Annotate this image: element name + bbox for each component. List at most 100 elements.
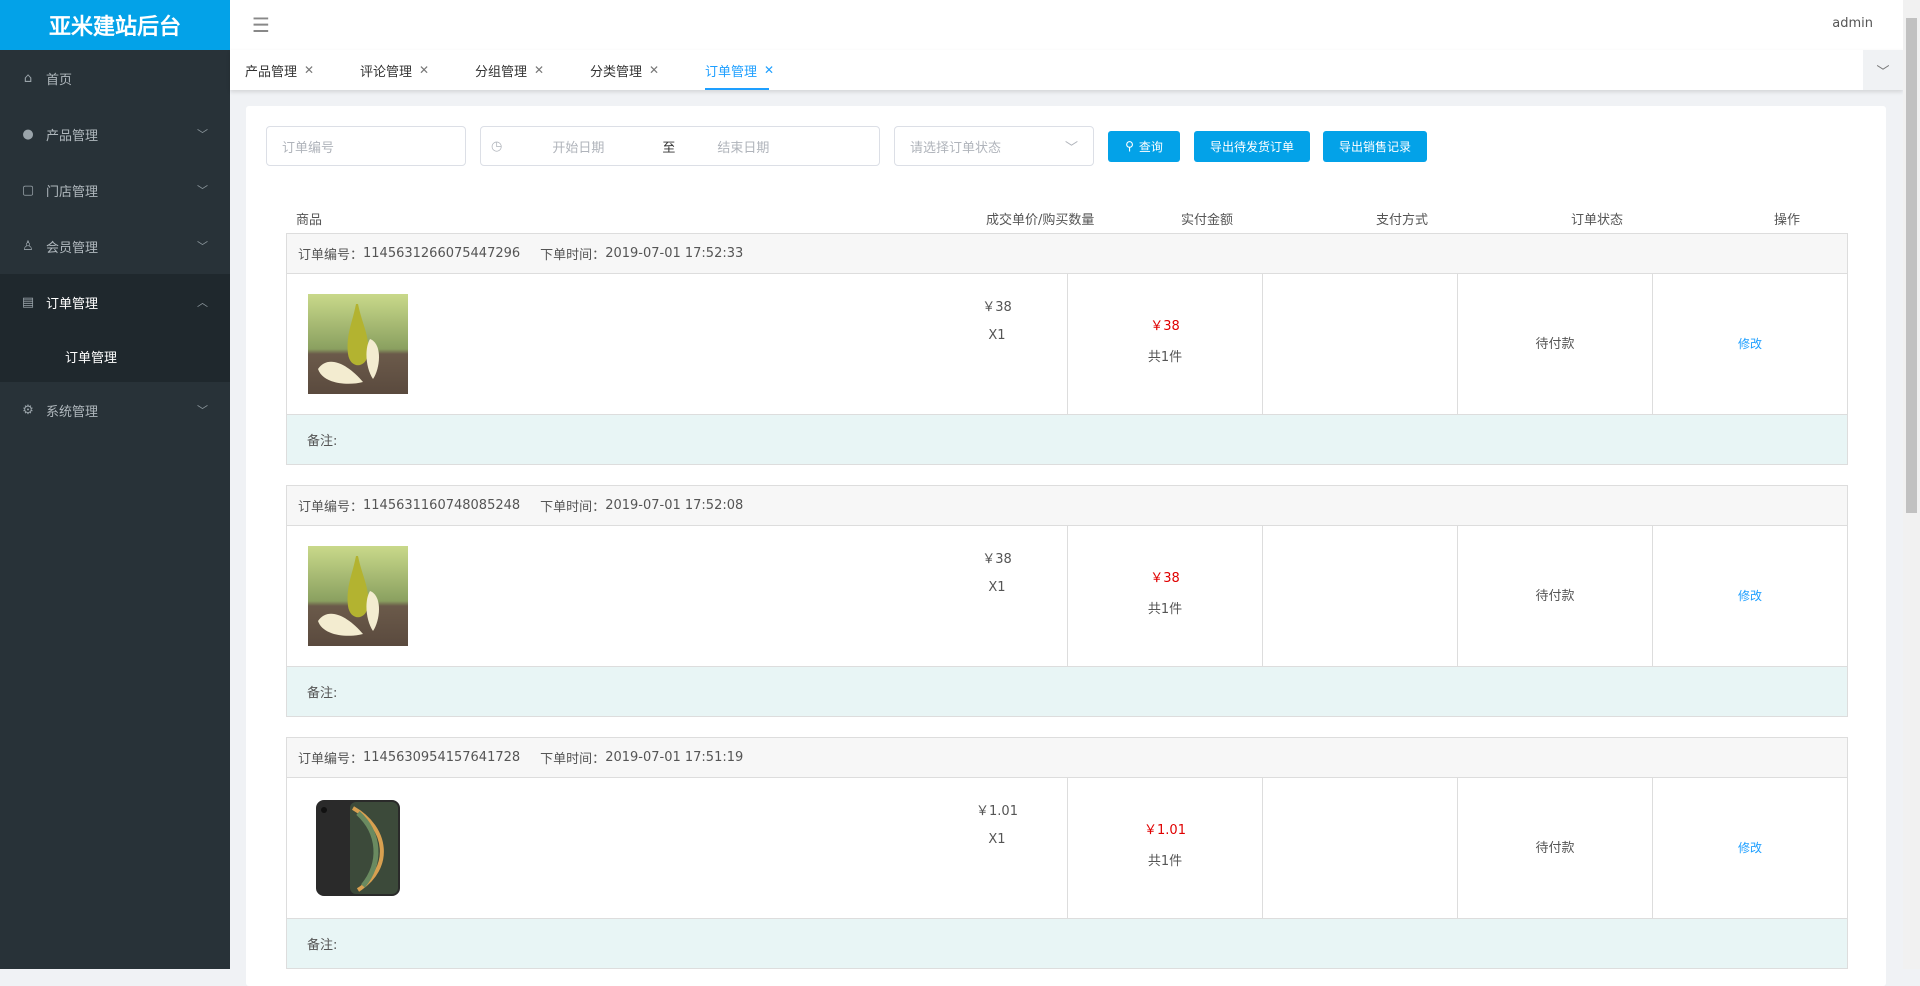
paid-cell: ￥38 共1件 [1067, 274, 1262, 415]
remark-label: 备注: [307, 686, 338, 701]
status-cell: 待付款 [1457, 526, 1652, 667]
order-no: 1145630954157641728 [363, 750, 521, 765]
paid-amount: ￥1.01 [1144, 823, 1186, 838]
item-count: 共1件 [1147, 854, 1183, 869]
tab-bar: 产品管理 ✕ 评论管理 ✕ 分组管理 ✕ 分类管理 ✕ 订单管理 ✕ ﹀ [230, 50, 1903, 90]
payment-cell [1262, 778, 1457, 919]
table-header: 商品 成交单价/购买数量 实付金额 支付方式 订单状态 操作 [286, 201, 1846, 231]
price-qty-cell: ￥38 X1 [927, 294, 1067, 350]
status-select-placeholder: 请选择订单状态 [910, 140, 1002, 156]
paid-cell: ￥38 共1件 [1067, 526, 1262, 667]
sidebar-item-members[interactable]: ♙ 会员管理 ﹀ [0, 218, 230, 274]
tab-label: 产品管理 [245, 64, 298, 80]
actions-cell: 修改 [1652, 274, 1847, 415]
scrollbar-thumb[interactable] [1906, 18, 1917, 513]
tab-label: 订单管理 [705, 64, 758, 80]
paid-cell: ￥1.01 共1件 [1067, 778, 1262, 919]
close-icon[interactable]: ✕ [534, 63, 544, 77]
tab-products[interactable]: 产品管理 ✕ [230, 50, 345, 90]
order-time: 2019-07-01 17:52:33 [605, 246, 744, 261]
sidebar: 亚米建站后台 ⌂ 首页 ● 产品管理 ﹀ ▢ 门店管理 ﹀ ♙ 会员管理 ﹀ ▤ 订单管理 ︿ 订… [0, 0, 230, 969]
top-header: ☰ admin [230, 0, 1903, 50]
unit-price: ￥38 [982, 552, 1012, 567]
export-sales-button[interactable]: 导出销售记录 [1323, 130, 1427, 162]
price-qty-cell: ￥1.01 X1 [927, 798, 1067, 854]
order-block: 订单编号： 1145631160748085248 下单时间： 2019-07-01… [286, 485, 1848, 717]
order-status: 待付款 [1535, 337, 1575, 352]
price-qty-cell: ￥38 X1 [927, 546, 1067, 602]
product-image-pear [308, 546, 408, 646]
edit-link[interactable]: 修改 [1738, 841, 1762, 855]
order-block: 订单编号： 1145630954157641728 下单时间： 2019-07-01… [286, 737, 1848, 969]
user-menu[interactable]: admin [1832, 16, 1873, 31]
header-product: 商品 [296, 213, 323, 228]
quantity: X1 [988, 580, 1006, 595]
member-icon: ♙ [22, 238, 34, 254]
status-cell: 待付款 [1457, 778, 1652, 919]
close-icon[interactable]: ✕ [764, 63, 774, 77]
chevron-down-icon[interactable]: ﹀ [1863, 50, 1903, 90]
sidebar-item-orders[interactable]: ▤ 订单管理 ︿ [0, 274, 230, 330]
order-no-input[interactable]: 订单编号 [266, 126, 466, 166]
remark-label: 备注: [307, 938, 338, 953]
chevron-down-icon: ﹀ [197, 240, 208, 253]
sidebar-subitem-orders[interactable]: 订单管理 [0, 330, 230, 382]
sidebar-item-products[interactable]: ● 产品管理 ﹀ [0, 106, 230, 162]
sidebar-item-system[interactable]: ⚙ 系统管理 ﹀ [0, 382, 230, 438]
date-range-picker[interactable]: ◷ 开始日期 至 结束日期 [480, 126, 880, 166]
query-button[interactable]: ⚲ 查询 [1108, 130, 1180, 162]
gear-icon: ⚙ [22, 402, 34, 418]
edit-link[interactable]: 修改 [1738, 589, 1762, 603]
close-icon[interactable]: ✕ [304, 63, 314, 77]
header-actions: 操作 [1774, 213, 1801, 228]
header-status: 订单状态 [1571, 213, 1624, 228]
order-header: 订单编号： 1145631266075447296 下单时间： 2019-07-01… [287, 234, 1847, 274]
paid-amount: ￥38 [1150, 319, 1180, 334]
menu-toggle-icon[interactable]: ☰ [252, 13, 270, 37]
chevron-down-icon: ﹀ [197, 404, 208, 417]
sidebar-item-label: 产品管理 [46, 128, 99, 144]
scrollbar[interactable] [1903, 0, 1920, 969]
sidebar-item-stores[interactable]: ▢ 门店管理 ﹀ [0, 162, 230, 218]
order-remark: 备注: [287, 919, 1847, 968]
item-count: 共1件 [1147, 602, 1183, 617]
tab-comments[interactable]: 评论管理 ✕ [345, 50, 460, 90]
tab-label: 分类管理 [590, 64, 643, 80]
header-payment: 支付方式 [1376, 213, 1429, 228]
order-row: ￥38 X1 ￥38 共1件 待付款 修改 [287, 274, 1847, 415]
tab-label: 评论管理 [360, 64, 413, 80]
close-icon[interactable]: ✕ [419, 63, 429, 77]
tab-categories[interactable]: 分类管理 ✕ [575, 50, 690, 90]
item-count: 共1件 [1147, 350, 1183, 365]
order-remark: 备注: [287, 667, 1847, 716]
edit-link[interactable]: 修改 [1738, 337, 1762, 351]
order-time: 2019-07-01 17:52:08 [605, 498, 744, 513]
order-no-label: 订单编号： [298, 248, 364, 263]
end-date-input[interactable]: 结束日期 [717, 137, 769, 156]
quantity: X1 [988, 328, 1006, 343]
export-pending-button[interactable]: 导出待发货订单 [1194, 130, 1310, 162]
sidebar-item-label: 门店管理 [46, 184, 99, 200]
search-icon: ⚲ [1125, 139, 1134, 153]
chevron-up-icon: ︿ [197, 296, 208, 309]
tab-orders[interactable]: 订单管理 ✕ [690, 50, 805, 90]
order-time-label: 下单时间： [540, 500, 606, 515]
product-image-phone [308, 798, 408, 898]
close-icon[interactable]: ✕ [649, 63, 659, 77]
order-time-label: 下单时间： [540, 248, 606, 263]
orders-panel: 订单编号 ◷ 开始日期 至 结束日期 请选择订单状态 ﹀ ⚲ 查询 导出待发货订单 … [246, 106, 1886, 986]
quantity: X1 [988, 832, 1006, 847]
status-select[interactable]: 请选择订单状态 ﹀ [894, 126, 1094, 166]
order-no-label: 订单编号： [298, 752, 364, 767]
order-time: 2019-07-01 17:51:19 [605, 750, 744, 765]
sidebar-item-label: 订单管理 [46, 296, 99, 312]
store-icon: ▢ [21, 182, 35, 198]
order-status: 待付款 [1535, 589, 1575, 604]
sidebar-item-label: 首页 [46, 72, 73, 88]
sidebar-item-home[interactable]: ⌂ 首页 [0, 50, 230, 106]
document-icon: ▤ [21, 294, 35, 310]
order-no: 1145631160748085248 [363, 498, 521, 513]
start-date-input[interactable]: 开始日期 [552, 137, 662, 156]
tab-groups[interactable]: 分组管理 ✕ [460, 50, 575, 90]
status-cell: 待付款 [1457, 274, 1652, 415]
